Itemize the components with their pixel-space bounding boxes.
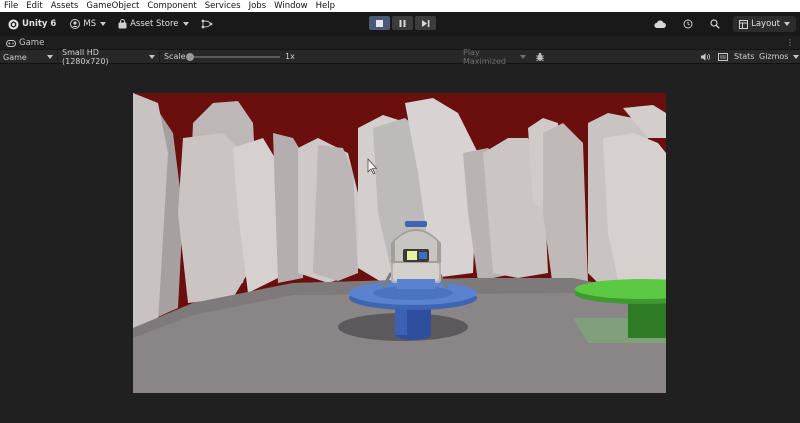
- gamepad-icon: [6, 39, 16, 47]
- menu-window[interactable]: Window: [274, 0, 308, 12]
- menu-assets[interactable]: Assets: [51, 0, 79, 12]
- pause-icon: [399, 19, 406, 27]
- history-icon: [683, 19, 693, 29]
- more-options-icon[interactable]: ⋮: [786, 38, 794, 47]
- search-icon: [710, 19, 720, 29]
- version-control-button[interactable]: [197, 16, 220, 32]
- main-toolbar: Unity 6 MS Asset Store Layout: [0, 12, 800, 36]
- screen-icon[interactable]: [718, 53, 728, 61]
- asset-store-label: Asset Store: [130, 19, 179, 29]
- step-icon: [421, 19, 429, 27]
- account-dropdown[interactable]: MS: [66, 16, 110, 32]
- game-view-toolbar: Game Small HD (1280x720) Scale 1x Play M…: [0, 48, 800, 66]
- account-icon: [70, 19, 81, 29]
- game-scene: [133, 93, 666, 393]
- menu-file[interactable]: File: [4, 0, 18, 12]
- toolbar-right: Layout: [650, 16, 800, 32]
- asset-store-dropdown[interactable]: Asset Store: [114, 16, 192, 32]
- version-control-icon: [201, 19, 212, 29]
- bug-icon[interactable]: [535, 52, 545, 62]
- menu-edit[interactable]: Edit: [26, 0, 42, 12]
- display-dropdown[interactable]: Game: [0, 50, 58, 64]
- cloud-button[interactable]: [650, 16, 673, 32]
- tab-game[interactable]: Game: [0, 36, 50, 50]
- resolution-label: Small HD (1280x720): [62, 48, 109, 66]
- menu-component[interactable]: Component: [147, 0, 196, 12]
- scale-value: 1x: [285, 52, 295, 61]
- history-button[interactable]: [679, 16, 700, 32]
- play-mode-dropdown[interactable]: Play Maximized: [460, 48, 530, 66]
- display-label: Game: [3, 52, 27, 62]
- store-bag-icon: [118, 19, 127, 29]
- unity-button[interactable]: Unity 6: [4, 16, 60, 32]
- layout-icon: [739, 19, 749, 29]
- search-button[interactable]: [706, 16, 727, 32]
- menu-gameobject[interactable]: GameObject: [86, 0, 139, 12]
- game-viewport[interactable]: [133, 93, 666, 393]
- audio-icon[interactable]: [701, 53, 711, 61]
- chevron-down-icon: [149, 55, 155, 59]
- menu-services[interactable]: Services: [205, 0, 241, 12]
- chevron-down-icon: [784, 22, 790, 26]
- chevron-down-icon: [47, 55, 53, 59]
- scale-slider-track[interactable]: [190, 56, 280, 58]
- resolution-dropdown[interactable]: Small HD (1280x720): [59, 48, 160, 66]
- playmode-controls: [369, 16, 438, 30]
- step-button[interactable]: [415, 16, 436, 30]
- chevron-down-icon: [100, 22, 107, 26]
- stop-button[interactable]: [369, 16, 390, 30]
- gizmos-dropdown[interactable]: Gizmos: [759, 50, 788, 64]
- stop-icon: [376, 19, 383, 27]
- layout-label: Layout: [751, 19, 780, 29]
- scale-slider-handle[interactable]: [186, 53, 194, 61]
- layout-dropdown[interactable]: Layout: [733, 16, 796, 32]
- chevron-down-icon[interactable]: [793, 55, 799, 59]
- menu-help[interactable]: Help: [316, 0, 335, 12]
- pause-button[interactable]: [392, 16, 413, 30]
- scale-label: Scale: [164, 52, 186, 61]
- stats-button[interactable]: Stats: [734, 50, 754, 64]
- chevron-down-icon: [182, 22, 189, 26]
- chevron-down-icon: [520, 55, 526, 59]
- account-label: MS: [83, 19, 97, 29]
- play-mode-label: Play Maximized: [463, 48, 506, 66]
- unity-logo-icon: [8, 18, 19, 30]
- menu-bar: File Edit Assets GameObject Component Se…: [0, 0, 800, 12]
- tab-game-label: Game: [19, 38, 45, 48]
- unity-version-label: Unity 6: [22, 19, 57, 29]
- menu-jobs[interactable]: Jobs: [249, 0, 267, 12]
- cloud-icon: [654, 20, 666, 28]
